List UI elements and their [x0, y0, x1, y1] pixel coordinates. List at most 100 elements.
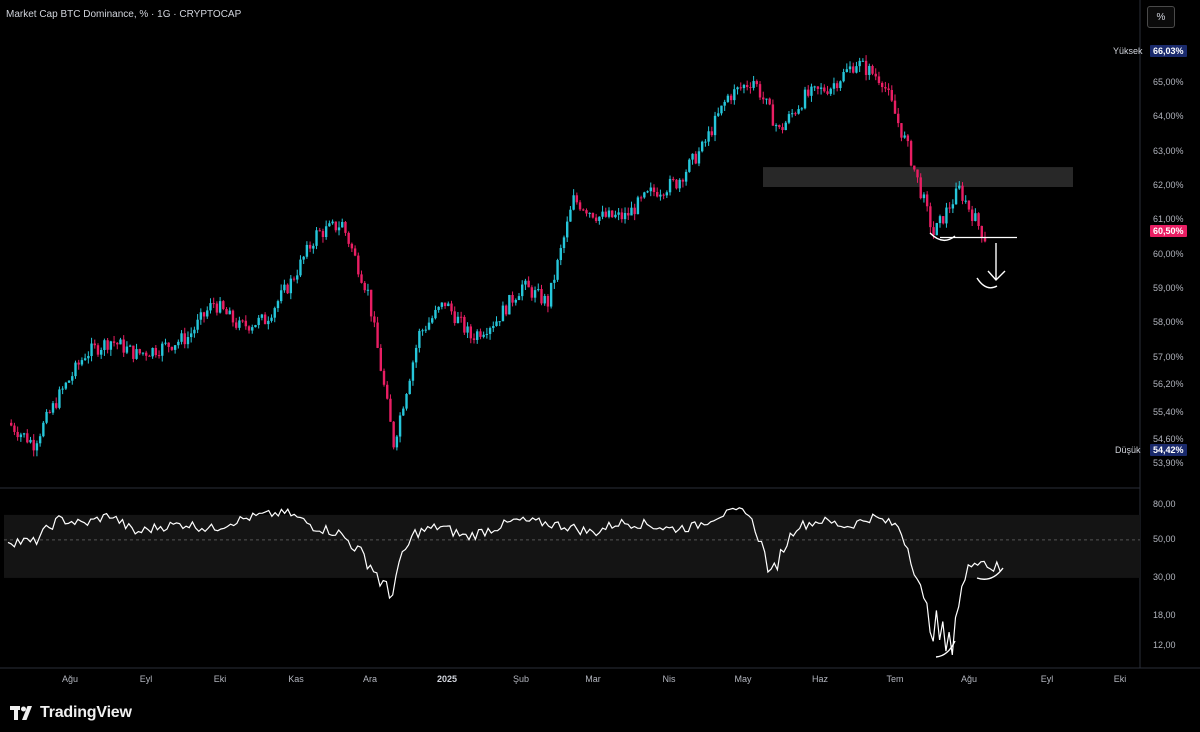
high-value-tag: 66,03% — [1150, 45, 1187, 57]
candle-body — [508, 294, 511, 315]
candle-body — [450, 303, 453, 312]
candle-body — [161, 343, 164, 356]
candle-body — [925, 194, 929, 207]
candle-body — [803, 89, 807, 109]
candle-body — [871, 65, 874, 74]
candle-body — [662, 194, 665, 196]
candle-body — [739, 87, 742, 89]
candle-body — [112, 341, 116, 343]
candle-body — [672, 178, 675, 180]
candle-body — [395, 436, 399, 448]
candle-body — [620, 212, 624, 220]
candle-body — [951, 204, 955, 209]
candle-body — [964, 200, 967, 202]
candle-body — [347, 232, 350, 244]
candle-body — [929, 206, 932, 228]
candle-body — [874, 73, 877, 77]
chart-canvas[interactable] — [0, 0, 1200, 732]
candle-body — [10, 422, 13, 426]
candle-body — [189, 333, 193, 338]
candle-body — [392, 421, 395, 448]
candle-body — [704, 141, 707, 143]
candle-body — [980, 225, 983, 238]
candle-body — [774, 125, 778, 127]
candle-body — [469, 326, 472, 339]
tradingview-logo[interactable]: TradingView — [10, 704, 132, 722]
candle-body — [655, 192, 659, 197]
candle-body — [845, 69, 849, 73]
candle-body — [119, 339, 122, 345]
candle-body — [61, 388, 64, 390]
candle-body — [440, 302, 444, 307]
candle-body — [745, 84, 749, 88]
candle-body — [935, 223, 938, 236]
candle-body — [305, 244, 309, 257]
candle-body — [826, 91, 829, 94]
candle-body — [958, 185, 961, 189]
candle-body — [292, 278, 296, 280]
candle-body — [386, 384, 389, 399]
candle-body — [649, 187, 652, 192]
candle-body — [296, 275, 299, 280]
candle-body — [87, 356, 90, 359]
candle-body — [170, 346, 174, 350]
candle-body — [646, 191, 649, 193]
candle-body — [720, 105, 723, 114]
candle-body — [328, 223, 331, 227]
target-curve-drawing — [976, 277, 998, 289]
price-tick-label: 58,00% — [1153, 317, 1184, 328]
candle-body — [100, 350, 103, 355]
candle-body — [858, 60, 861, 67]
time-tick-label: Nis — [662, 674, 676, 684]
candle-body — [109, 341, 113, 350]
price-tick-label: 55,40% — [1153, 406, 1184, 417]
candle-body — [337, 227, 341, 231]
candle-body — [861, 60, 865, 62]
candle-body — [556, 260, 559, 280]
percent-scale-button[interactable]: % — [1147, 6, 1175, 28]
candle-body — [852, 66, 855, 73]
candle-body — [379, 347, 383, 371]
tradingview-wordmark: TradingView — [40, 704, 132, 721]
candle-body — [225, 308, 228, 315]
candle-body — [411, 362, 415, 381]
candle-body — [273, 308, 276, 318]
candle-body — [260, 314, 264, 318]
time-tick-label: Haz — [811, 674, 829, 684]
candle-body — [639, 197, 643, 199]
candle-body — [684, 171, 688, 182]
candle-body — [157, 355, 161, 357]
candle-body — [437, 306, 440, 310]
candle-body — [501, 305, 505, 322]
candle-body — [26, 433, 29, 443]
candle-body — [106, 340, 109, 350]
candle-body — [832, 83, 836, 89]
candle-body — [128, 345, 132, 347]
candle-body — [932, 227, 935, 236]
time-tick-label: Eki — [1113, 674, 1127, 684]
low-label: Düşük — [1115, 445, 1141, 455]
candle-body — [83, 358, 87, 361]
candle-body — [353, 248, 357, 256]
candle-body — [279, 290, 283, 302]
candle-body — [807, 89, 810, 96]
candle-body — [476, 331, 479, 340]
candle-body — [289, 278, 293, 294]
candle-body — [116, 342, 119, 345]
candle-body — [681, 179, 685, 182]
candle-body — [251, 327, 254, 331]
candle-body — [916, 169, 919, 178]
candle-body — [424, 329, 427, 331]
candle-body — [199, 312, 203, 320]
candle-body — [559, 248, 562, 261]
candle-body — [42, 422, 45, 437]
candle-body — [19, 434, 23, 438]
candle-body — [276, 301, 280, 309]
candle-body — [202, 312, 206, 317]
candle-body — [398, 415, 402, 437]
candle-body — [823, 87, 826, 92]
candle-body — [427, 322, 431, 330]
candle-body — [366, 289, 370, 291]
candle-body — [543, 295, 546, 304]
candle-body — [212, 303, 215, 305]
